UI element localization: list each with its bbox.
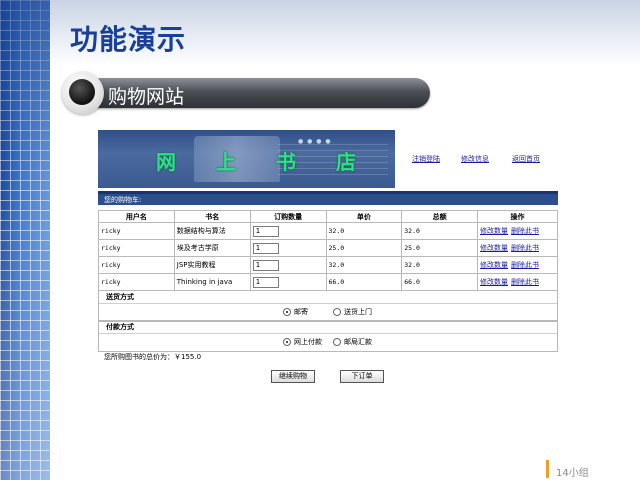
cell-ops: 修改数量 删除此书 [477, 222, 558, 240]
cell-total: 66.0 [401, 273, 479, 291]
cell-total: 32.0 [401, 256, 479, 274]
cell-ops: 修改数量 删除此书 [477, 273, 558, 291]
left-decorative-strip [0, 0, 50, 480]
delete-book-link[interactable]: 删除此书 [511, 261, 539, 269]
radio-selected-icon [283, 338, 291, 346]
delete-book-link[interactable]: 删除此书 [511, 278, 539, 286]
delivery-option-door[interactable]: 送货上门 [333, 308, 372, 317]
banner-char: 网 [156, 150, 176, 174]
edit-profile-link[interactable]: 修改信息 [461, 154, 489, 164]
delivery-option-mail[interactable]: 邮寄 [283, 308, 308, 317]
quantity-input[interactable] [252, 242, 279, 254]
section-label: 购物网站 [108, 86, 185, 108]
cell-book: 数据结构与算法 [173, 222, 251, 240]
modify-qty-link[interactable]: 修改数量 [480, 261, 508, 269]
cart-header-bar: 您的购物车: [98, 191, 558, 205]
delete-book-link[interactable]: 删除此书 [511, 227, 539, 235]
logout-link[interactable]: 注销登陆 [412, 154, 440, 164]
quantity-input[interactable] [252, 259, 279, 271]
column-header-ops: 操作 [477, 210, 558, 223]
order-total-text: 您所购图书的总价为：￥155.0 [104, 353, 202, 361]
cart-table: 用户名 书名 订购数量 单价 总额 操作 ricky 数据结构与算法 32.0 … [98, 210, 558, 291]
radio-label: 邮寄 [294, 308, 308, 316]
cell-total: 32.0 [401, 222, 479, 240]
bookstore-screenshot: ● ● ● ● 网 上 书 店 注销登陆 修改信息 返回首页 您的购物车: 用户… [96, 130, 560, 390]
payment-option-postal[interactable]: 邮局汇款 [333, 338, 372, 347]
radio-icon [333, 308, 341, 316]
cell-user: ricky [98, 222, 175, 240]
payment-option-online[interactable]: 网上付款 [283, 338, 322, 347]
table-row: ricky 数据结构与算法 32.0 32.0 修改数量删除此书 [98, 222, 558, 240]
cell-ops: 修改数量 删除此书 [477, 256, 558, 274]
quantity-input[interactable] [252, 225, 279, 237]
radio-label: 网上付款 [294, 338, 322, 346]
radio-icon [333, 338, 341, 346]
cell-book: JSP实用教程 [173, 256, 251, 274]
delete-book-link[interactable]: 删除此书 [511, 244, 539, 252]
modify-qty-link[interactable]: 修改数量 [480, 278, 508, 286]
cell-user: ricky [98, 256, 175, 274]
banner-char: 书 [276, 150, 296, 174]
column-header-price: 单价 [325, 210, 403, 223]
continue-shopping-button[interactable]: 继续购物 [271, 370, 315, 383]
cell-ops: 修改数量 删除此书 [477, 239, 558, 257]
cell-price: 32.0 [325, 256, 403, 274]
cell-user: ricky [98, 239, 175, 257]
column-header-book: 书名 [173, 210, 251, 223]
cart-header-label: 您的购物车: [104, 196, 142, 204]
top-links: 注销登陆 修改信息 返回首页 [410, 154, 560, 168]
banner-char: 上 [216, 150, 236, 174]
cell-qty [249, 222, 327, 240]
radio-label: 邮局汇款 [344, 338, 372, 346]
table-row: ricky Thinking in java 66.0 66.0 修改数量删除此… [98, 273, 558, 291]
strip-gradient [0, 0, 50, 480]
column-header-qty: 订购数量 [249, 210, 327, 223]
radio-label: 送货上门 [344, 308, 372, 316]
delivery-label: 送货方式 [99, 291, 557, 304]
modify-qty-link[interactable]: 修改数量 [480, 227, 508, 235]
table-row: ricky 埃及考古学原 25.0 25.0 修改数量删除此书 [98, 239, 558, 257]
cell-qty [249, 273, 327, 291]
banner-char: 店 [336, 150, 356, 174]
delivery-section: 送货方式 邮寄 送货上门 [98, 290, 558, 322]
cell-price: 25.0 [325, 239, 403, 257]
payment-label: 付款方式 [99, 321, 557, 334]
column-header-user: 用户名 [98, 210, 175, 223]
back-home-link[interactable]: 返回首页 [512, 154, 540, 164]
cell-book: Thinking in java [173, 273, 251, 291]
payment-options: 网上付款 邮局汇款 [99, 334, 557, 351]
page-number-bar [546, 460, 549, 478]
page-number: 14小组 [556, 468, 589, 479]
cell-user: ricky [98, 273, 175, 291]
cell-price: 32.0 [325, 222, 403, 240]
cell-book: 埃及考古学原 [173, 239, 251, 257]
bookstore-banner: ● ● ● ● 网 上 书 店 [98, 130, 395, 188]
banner-dots: ● ● ● ● [298, 138, 332, 145]
slide-title: 功能演示 [70, 23, 187, 56]
payment-section: 付款方式 网上付款 邮局汇款 [98, 320, 558, 352]
cell-qty [249, 239, 327, 257]
cell-price: 66.0 [325, 273, 403, 291]
table-header-row: 用户名 书名 订购数量 单价 总额 操作 [98, 210, 558, 223]
section-bullet-dot [69, 79, 95, 105]
banner-title: 网 上 书 店 [98, 146, 395, 176]
column-header-total: 总额 [401, 210, 479, 223]
delivery-options: 邮寄 送货上门 [99, 304, 557, 321]
modify-qty-link[interactable]: 修改数量 [480, 244, 508, 252]
table-row: ricky JSP实用教程 32.0 32.0 修改数量删除此书 [98, 256, 558, 274]
cell-total: 25.0 [401, 239, 479, 257]
radio-selected-icon [283, 308, 291, 316]
place-order-button[interactable]: 下订单 [340, 370, 384, 383]
quantity-input[interactable] [252, 276, 279, 288]
cell-qty [249, 256, 327, 274]
